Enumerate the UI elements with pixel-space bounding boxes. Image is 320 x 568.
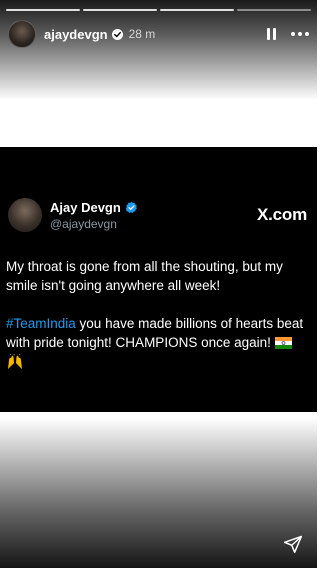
bottom-gradient <box>0 418 317 568</box>
tweet-paragraph: #TeamIndia you have made billions of hea… <box>6 314 309 375</box>
tweet-author-name: Ajay Devgn <box>50 199 121 215</box>
progress-segment <box>160 9 234 11</box>
hashtag-link[interactable]: #TeamIndia <box>6 316 76 331</box>
story-viewer[interactable]: ajaydevgn 28 m Ajay Devgn @ajaydevgn X.c… <box>0 0 317 568</box>
verified-badge-icon <box>111 28 123 40</box>
tweet-avatar <box>8 198 42 232</box>
send-icon[interactable] <box>283 534 303 554</box>
story-progress-bar <box>6 9 311 11</box>
username[interactable]: ajaydevgn <box>44 27 108 42</box>
tweet-header: Ajay Devgn @ajaydevgn X.com <box>8 196 307 234</box>
tweet-card: Ajay Devgn @ajaydevgn X.com My throat is… <box>0 147 317 412</box>
more-options-icon[interactable] <box>291 24 309 44</box>
post-time: 28 m <box>128 27 156 41</box>
progress-segment <box>237 9 311 11</box>
top-gradient <box>0 0 317 100</box>
tweet-paragraph: My throat is gone from all the shouting,… <box>6 259 283 293</box>
x-logo: X.com <box>256 205 307 224</box>
avatar[interactable] <box>8 20 36 48</box>
story-header: ajaydevgn 28 m <box>8 20 309 48</box>
pause-icon[interactable] <box>261 24 281 44</box>
progress-segment <box>83 9 157 11</box>
progress-segment <box>6 9 80 11</box>
india-flag-icon <box>274 335 292 354</box>
tweet-handle: @ajaydevgn <box>50 216 117 231</box>
tweet-body: My throat is gone from all the shouting,… <box>6 257 309 394</box>
verified-badge-icon <box>125 201 137 213</box>
raising-hands-icon <box>6 353 24 375</box>
